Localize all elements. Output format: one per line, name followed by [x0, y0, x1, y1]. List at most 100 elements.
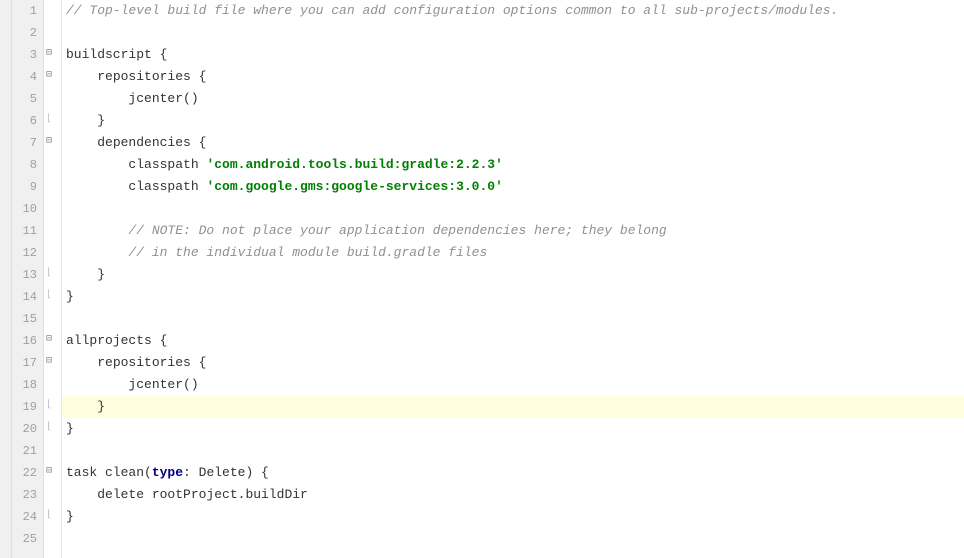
code-line[interactable]: delete rootProject.buildDir	[62, 484, 964, 506]
code-line[interactable]	[62, 22, 964, 44]
code-token: }	[66, 289, 74, 304]
code-line[interactable]: // in the individual module build.gradle…	[62, 242, 964, 264]
code-line[interactable]: dependencies {	[62, 132, 964, 154]
code-token: }	[97, 399, 105, 414]
fold-minus-icon[interactable]: ⊟	[46, 467, 58, 479]
code-token: classpath	[128, 157, 206, 172]
indent	[66, 245, 128, 260]
code-line[interactable]: }	[62, 286, 964, 308]
code-token: type	[152, 465, 183, 480]
line-number: 16	[12, 330, 37, 352]
code-token: task clean(	[66, 465, 152, 480]
line-number: 14	[12, 286, 37, 308]
code-token: classpath	[128, 179, 206, 194]
code-token: repositories {	[97, 69, 206, 84]
fold-minus-icon[interactable]: ⊟	[46, 357, 58, 369]
code-line[interactable]	[62, 528, 964, 550]
fold-end-icon: ⌊	[46, 269, 58, 281]
code-line[interactable]: buildscript {	[62, 44, 964, 66]
fold-end-icon: ⌊	[46, 401, 58, 413]
code-line[interactable]: jcenter()	[62, 88, 964, 110]
line-number: 1	[12, 0, 37, 22]
line-number: 6	[12, 110, 37, 132]
code-token: : Delete) {	[183, 465, 269, 480]
indent	[66, 135, 97, 150]
code-line[interactable]: }	[62, 418, 964, 440]
indent	[66, 355, 97, 370]
breakpoint-gutter[interactable]	[0, 0, 12, 558]
code-token: delete rootProject.buildDir	[97, 487, 308, 502]
code-line[interactable]: classpath 'com.android.tools.build:gradl…	[62, 154, 964, 176]
fold-minus-icon[interactable]: ⊟	[46, 137, 58, 149]
indent	[66, 91, 128, 106]
line-number: 23	[12, 484, 37, 506]
code-line[interactable]: classpath 'com.google.gms:google-service…	[62, 176, 964, 198]
code-line[interactable]: allprojects {	[62, 330, 964, 352]
fold-minus-icon[interactable]: ⊟	[46, 335, 58, 347]
code-token: allprojects {	[66, 333, 167, 348]
code-token: }	[66, 421, 74, 436]
line-number: 20	[12, 418, 37, 440]
code-token: 'com.android.tools.build:gradle:2.2.3'	[206, 157, 502, 172]
code-token: // in the individual module build.gradle…	[128, 245, 487, 260]
code-line[interactable]	[62, 440, 964, 462]
line-number: 2	[12, 22, 37, 44]
code-token: // NOTE: Do not place your application d…	[128, 223, 666, 238]
code-token: }	[66, 509, 74, 524]
fold-minus-icon[interactable]: ⊟	[46, 49, 58, 61]
code-line[interactable]: task clean(type: Delete) {	[62, 462, 964, 484]
code-token: jcenter()	[128, 91, 198, 106]
line-number: 17	[12, 352, 37, 374]
line-number: 11	[12, 220, 37, 242]
indent	[66, 267, 97, 282]
fold-end-icon: ⌊	[46, 115, 58, 127]
line-numbers-gutter: 1234567891011121314151617181920212223242…	[12, 0, 44, 558]
code-token: jcenter()	[128, 377, 198, 392]
code-token: buildscript {	[66, 47, 167, 62]
line-number: 15	[12, 308, 37, 330]
indent	[66, 69, 97, 84]
code-line[interactable]	[62, 308, 964, 330]
fold-end-icon: ⌊	[46, 291, 58, 303]
line-number: 7	[12, 132, 37, 154]
code-line[interactable]	[62, 198, 964, 220]
indent	[66, 399, 97, 414]
code-line[interactable]: jcenter()	[62, 374, 964, 396]
line-number: 21	[12, 440, 37, 462]
indent	[66, 179, 128, 194]
line-number: 8	[12, 154, 37, 176]
code-line[interactable]: }	[62, 396, 964, 418]
code-line[interactable]: repositories {	[62, 352, 964, 374]
fold-end-icon: ⌊	[46, 511, 58, 523]
indent	[66, 377, 128, 392]
indent	[66, 487, 97, 502]
code-line[interactable]: }	[62, 506, 964, 528]
indent	[66, 113, 97, 128]
line-number: 4	[12, 66, 37, 88]
fold-end-icon: ⌊	[46, 423, 58, 435]
fold-gutter: ⊟ ⊟ ⌊ ⊟ ⌊ ⌊ ⊟ ⊟ ⌊ ⌊ ⊟ ⌊	[44, 0, 62, 558]
code-line[interactable]: }	[62, 264, 964, 286]
line-number: 13	[12, 264, 37, 286]
line-number: 5	[12, 88, 37, 110]
line-number: 25	[12, 528, 37, 550]
line-number: 18	[12, 374, 37, 396]
line-number: 12	[12, 242, 37, 264]
code-token: 'com.google.gms:google-services:3.0.0'	[206, 179, 502, 194]
code-token: repositories {	[97, 355, 206, 370]
line-number: 19	[12, 396, 37, 418]
code-area[interactable]: // Top-level build file where you can ad…	[62, 0, 964, 558]
line-number: 9	[12, 176, 37, 198]
code-editor: 1234567891011121314151617181920212223242…	[0, 0, 964, 558]
line-number: 22	[12, 462, 37, 484]
code-line[interactable]: }	[62, 110, 964, 132]
line-number: 3	[12, 44, 37, 66]
code-token: }	[97, 113, 105, 128]
indent	[66, 157, 128, 172]
line-number: 10	[12, 198, 37, 220]
code-line[interactable]: // Top-level build file where you can ad…	[62, 0, 964, 22]
code-line[interactable]: repositories {	[62, 66, 964, 88]
code-line[interactable]: // NOTE: Do not place your application d…	[62, 220, 964, 242]
fold-minus-icon[interactable]: ⊟	[46, 71, 58, 83]
line-number: 24	[12, 506, 37, 528]
